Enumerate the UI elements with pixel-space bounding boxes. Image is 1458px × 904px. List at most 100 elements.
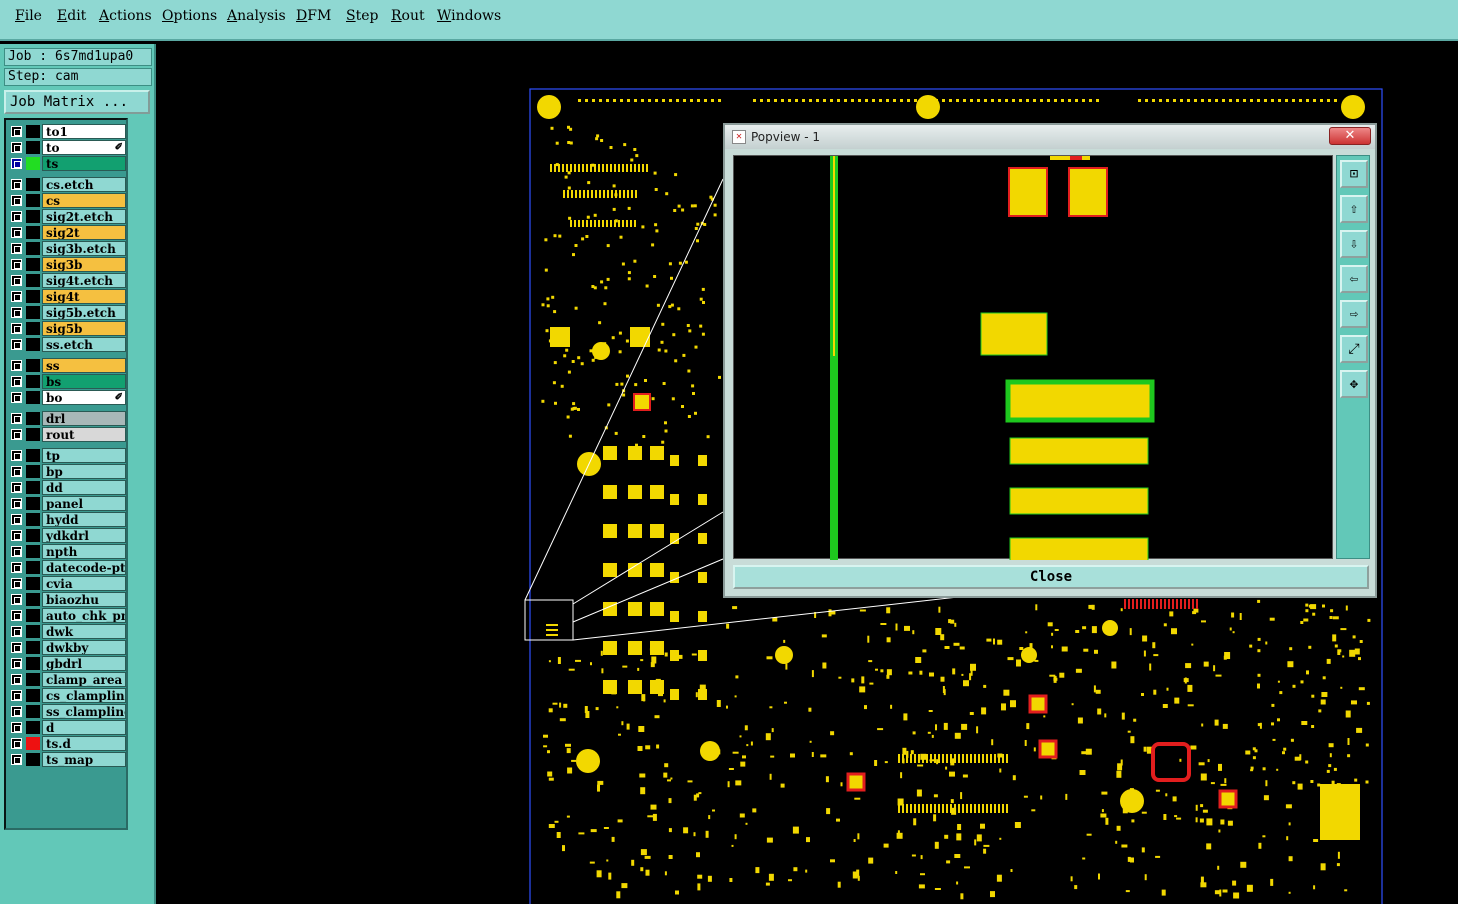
layer-color-swatch[interactable] [26, 721, 40, 734]
layer-color-swatch[interactable] [26, 449, 40, 462]
layer-checkbox[interactable] [11, 275, 22, 286]
layer-checkbox[interactable] [11, 626, 22, 637]
layer-checkbox[interactable] [11, 291, 22, 302]
layer-color-swatch[interactable] [26, 338, 40, 351]
layer-row[interactable]: ss_clampline [8, 704, 126, 719]
pan-right-icon[interactable]: ⇨ [1340, 300, 1368, 328]
layer-name[interactable]: ss_clampline [42, 704, 126, 719]
layer-color-swatch[interactable] [26, 375, 40, 388]
layer-row[interactable]: bp [8, 464, 126, 479]
layer-row[interactable]: gbdrl [8, 656, 126, 671]
layer-row[interactable]: bo ✐ [8, 390, 126, 405]
pan-down-icon[interactable]: ⇩ [1340, 230, 1368, 258]
layer-row[interactable]: biaozhu [8, 592, 126, 607]
layer-row[interactable]: sig5b.etch [8, 305, 126, 320]
layer-checkbox[interactable] [11, 158, 22, 169]
layer-name[interactable]: biaozhu [42, 592, 126, 607]
layer-name[interactable]: dd [42, 480, 126, 495]
layer-name[interactable]: gbdrl [42, 656, 126, 671]
layer-name[interactable]: rout [42, 427, 126, 442]
layer-color-swatch[interactable] [26, 258, 40, 271]
layer-color-swatch[interactable] [26, 561, 40, 574]
layer-name[interactable]: auto_chk_pnl [42, 608, 126, 623]
layer-row[interactable]: ts.d [8, 736, 126, 751]
layer-name[interactable]: d [42, 720, 126, 735]
layer-row[interactable]: d [8, 720, 126, 735]
layer-checkbox[interactable] [11, 738, 22, 749]
layer-checkbox[interactable] [11, 530, 22, 541]
layer-checkbox[interactable] [11, 450, 22, 461]
layer-row[interactable]: cs.etch [8, 177, 126, 192]
layer-name[interactable]: ts_map [42, 752, 126, 767]
menu-windows[interactable]: Windows [437, 8, 501, 24]
layer-row[interactable]: dwk [8, 624, 126, 639]
layer-checkbox[interactable] [11, 562, 22, 573]
layer-checkbox[interactable] [11, 179, 22, 190]
layer-row[interactable]: sig5b [8, 321, 126, 336]
layer-name[interactable]: dwkby [42, 640, 126, 655]
layer-color-swatch[interactable] [26, 497, 40, 510]
layer-color-swatch[interactable] [26, 157, 40, 170]
layer-name[interactable]: to ✐ [42, 140, 126, 155]
layer-checkbox[interactable] [11, 429, 22, 440]
layer-checkbox[interactable] [11, 642, 22, 653]
layer-row[interactable]: npth [8, 544, 126, 559]
layer-row[interactable]: drl [8, 411, 126, 426]
fit-all-icon[interactable]: ✥ [1340, 370, 1368, 398]
layer-color-swatch[interactable] [26, 481, 40, 494]
layer-checkbox[interactable] [11, 195, 22, 206]
layer-checkbox[interactable] [11, 360, 22, 371]
layer-color-swatch[interactable] [26, 428, 40, 441]
layer-checkbox[interactable] [11, 466, 22, 477]
layer-color-swatch[interactable] [26, 641, 40, 654]
layer-name[interactable]: clamp_area [42, 672, 126, 687]
layer-name[interactable]: datecode-ptd [42, 560, 126, 575]
layer-row[interactable]: tp [8, 448, 126, 463]
layer-row[interactable]: cs [8, 193, 126, 208]
layer-color-swatch[interactable] [26, 210, 40, 223]
layer-row[interactable]: hydd [8, 512, 126, 527]
layer-color-swatch[interactable] [26, 178, 40, 191]
layer-checkbox[interactable] [11, 674, 22, 685]
pan-left-icon[interactable]: ⇦ [1340, 265, 1368, 293]
layer-row[interactable]: cs_clampline [8, 688, 126, 703]
layer-row[interactable]: dd [8, 480, 126, 495]
menu-file[interactable]: File [15, 8, 42, 24]
layer-checkbox[interactable] [11, 690, 22, 701]
layer-checkbox[interactable] [11, 243, 22, 254]
layer-checkbox[interactable] [11, 339, 22, 350]
layer-color-swatch[interactable] [26, 359, 40, 372]
layer-row[interactable]: sig2t [8, 225, 126, 240]
layer-name[interactable]: hydd [42, 512, 126, 527]
layer-row[interactable]: datecode-ptd [8, 560, 126, 575]
layer-name[interactable]: sig5b.etch [42, 305, 126, 320]
layer-name[interactable]: sig5b [42, 321, 126, 336]
layer-row[interactable]: sig2t.etch [8, 209, 126, 224]
layer-checkbox[interactable] [11, 323, 22, 334]
layer-checkbox[interactable] [11, 610, 22, 621]
layer-checkbox[interactable] [11, 706, 22, 717]
zoom-window-icon[interactable]: ⊡ [1340, 160, 1368, 188]
menu-rout[interactable]: Rout [391, 8, 425, 24]
layer-checkbox[interactable] [11, 211, 22, 222]
layer-name[interactable]: dwk [42, 624, 126, 639]
pan-up-icon[interactable]: ⇧ [1340, 195, 1368, 223]
layer-name[interactable]: sig3b.etch [42, 241, 126, 256]
layer-name[interactable]: bo ✐ [42, 390, 126, 405]
layer-color-swatch[interactable] [26, 657, 40, 670]
layer-name[interactable]: ss [42, 358, 126, 373]
layer-checkbox[interactable] [11, 594, 22, 605]
layer-name[interactable]: ts.d [42, 736, 126, 751]
menu-edit[interactable]: Edit [57, 8, 86, 24]
menu-step[interactable]: Step [346, 8, 378, 24]
layer-name[interactable]: tp [42, 448, 126, 463]
layer-color-swatch[interactable] [26, 290, 40, 303]
layer-color-swatch[interactable] [26, 141, 40, 154]
layer-color-swatch[interactable] [26, 577, 40, 590]
layer-row[interactable]: cvia [8, 576, 126, 591]
layer-row[interactable]: sig3b [8, 257, 126, 272]
popview-close-button[interactable]: Close [733, 565, 1369, 589]
layer-color-swatch[interactable] [26, 673, 40, 686]
layer-color-swatch[interactable] [26, 465, 40, 478]
layer-row[interactable]: to ✐ [8, 140, 126, 155]
